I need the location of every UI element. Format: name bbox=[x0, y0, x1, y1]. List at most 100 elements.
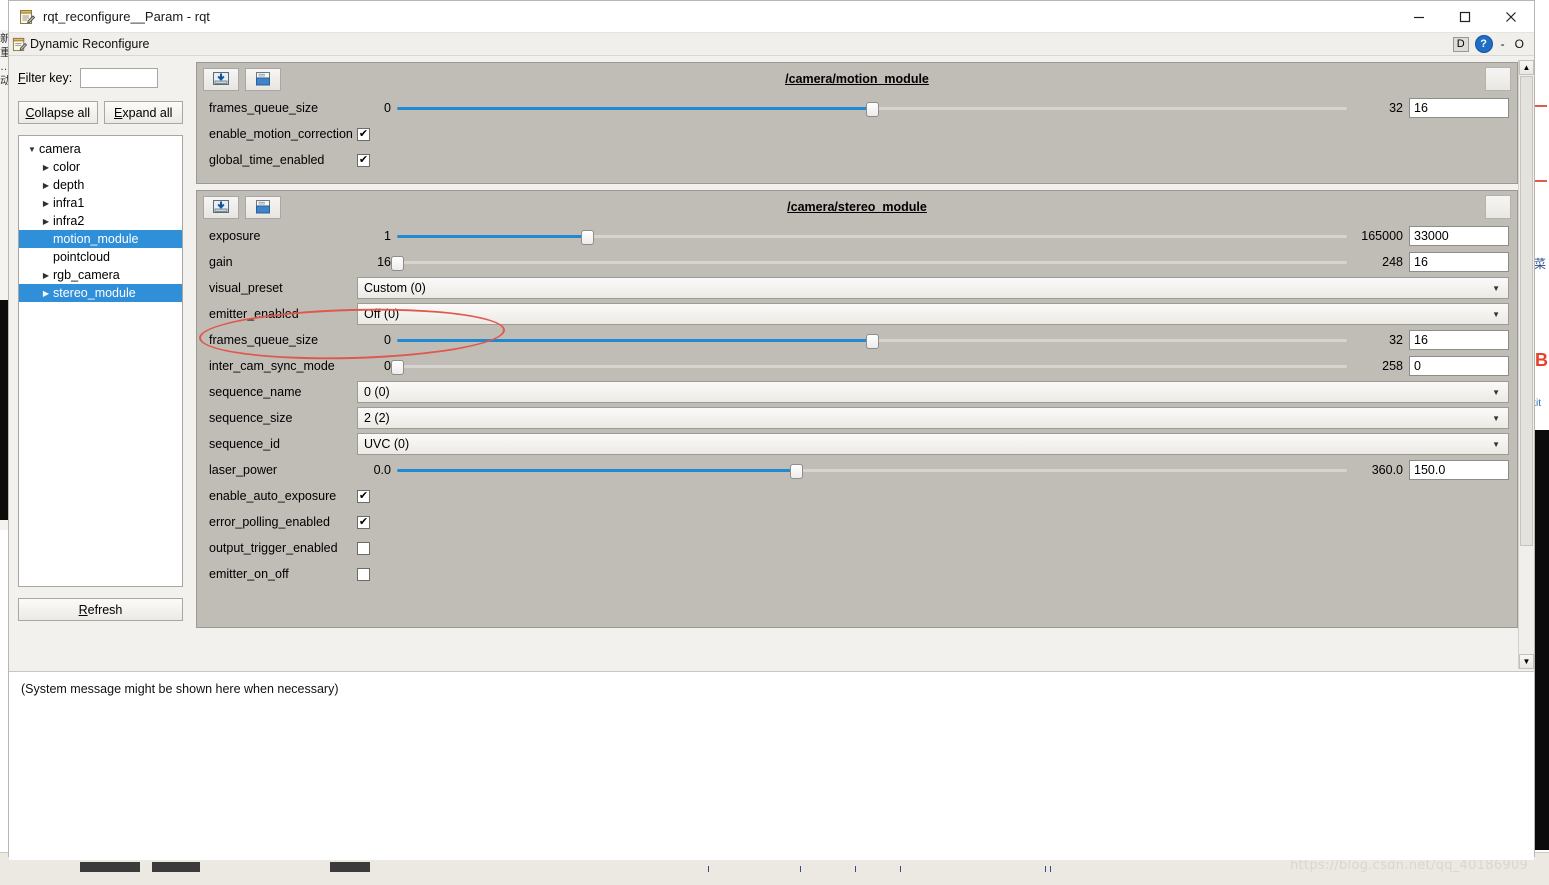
load-config-icon bbox=[212, 71, 230, 87]
param-dropdown[interactable]: 2 (2) ▼ bbox=[357, 407, 1509, 429]
chevron-down-icon[interactable]: ▼ bbox=[1492, 440, 1500, 449]
plugin-title: Dynamic Reconfigure bbox=[30, 37, 150, 51]
param-checkbox[interactable]: ✔ bbox=[357, 489, 370, 503]
save-config-button[interactable] bbox=[245, 195, 281, 219]
tree-item-label: infra2 bbox=[53, 214, 85, 228]
param-value-input[interactable]: 33000 bbox=[1409, 226, 1509, 246]
param-dropdown[interactable]: Off (0) ▼ bbox=[357, 303, 1509, 325]
param-checkbox[interactable] bbox=[357, 567, 370, 581]
group-header: /camera/motion_module bbox=[197, 63, 1517, 95]
slider-handle[interactable] bbox=[391, 360, 404, 375]
tree-item-camera[interactable]: ▼ camera bbox=[19, 140, 182, 158]
slider-track bbox=[397, 261, 1347, 264]
tree-item-motion-module[interactable]: motion_module bbox=[19, 230, 182, 248]
tree-item-label: rgb_camera bbox=[53, 268, 120, 282]
param-row-enable-motion-correction: enable_motion_correction ✔ bbox=[197, 121, 1517, 147]
param-slider[interactable] bbox=[397, 99, 1347, 117]
param-dropdown[interactable]: 0 (0) ▼ bbox=[357, 381, 1509, 403]
param-label: global_time_enabled bbox=[209, 153, 325, 167]
param-value-input[interactable]: 16 bbox=[1409, 330, 1509, 350]
group-collapse-button[interactable] bbox=[1485, 195, 1511, 219]
refresh-button[interactable]: Refresh bbox=[18, 598, 183, 621]
editor-scrollbar[interactable]: ▲ ▼ bbox=[1518, 60, 1534, 669]
tree-item-infra2[interactable]: ▶ infra2 bbox=[19, 212, 182, 230]
load-config-button[interactable] bbox=[203, 67, 239, 91]
chevron-icon[interactable]: ▶ bbox=[39, 271, 53, 280]
param-row-error-polling-enabled: error_polling_enabled ✔ bbox=[197, 509, 1517, 535]
maximize-button[interactable] bbox=[1442, 1, 1488, 32]
tree-item-label: camera bbox=[39, 142, 81, 156]
chevron-down-icon[interactable]: ▼ bbox=[1492, 284, 1500, 293]
chevron-down-icon[interactable]: ▼ bbox=[1492, 388, 1500, 397]
tree-item-pointcloud[interactable]: pointcloud bbox=[19, 248, 182, 266]
chevron-icon[interactable]: ▼ bbox=[25, 145, 39, 154]
slider-fill bbox=[397, 469, 796, 472]
param-checkbox[interactable]: ✔ bbox=[357, 153, 370, 167]
dropdown-value: Custom (0) bbox=[364, 281, 426, 295]
param-value-input[interactable]: 0 bbox=[1409, 356, 1509, 376]
param-dropdown[interactable]: UVC (0) ▼ bbox=[357, 433, 1509, 455]
param-row-frames-queue-size: frames_queue_size 0 32 16 bbox=[197, 95, 1517, 121]
param-label: sequence_name bbox=[209, 385, 302, 399]
help-icon[interactable]: ? bbox=[1474, 35, 1493, 53]
chevron-down-icon[interactable]: ▼ bbox=[1492, 414, 1500, 423]
minimize-button[interactable] bbox=[1396, 1, 1442, 32]
param-checkbox[interactable]: ✔ bbox=[357, 515, 370, 529]
slider-handle[interactable] bbox=[866, 334, 879, 349]
chevron-icon[interactable]: ▶ bbox=[39, 199, 53, 208]
scrollbar-thumb[interactable] bbox=[1520, 76, 1533, 546]
param-checkbox[interactable] bbox=[357, 541, 370, 555]
group-collapse-button[interactable] bbox=[1485, 67, 1511, 91]
param-slider[interactable] bbox=[397, 331, 1347, 349]
tree-item-infra1[interactable]: ▶ infra1 bbox=[19, 194, 182, 212]
window-title: rqt_reconfigure__Param - rqt bbox=[43, 9, 210, 24]
param-value-input[interactable]: 16 bbox=[1409, 98, 1509, 118]
plugin-float-button[interactable]: O bbox=[1513, 37, 1526, 51]
param-slider[interactable] bbox=[397, 461, 1347, 479]
param-value-input[interactable]: 16 bbox=[1409, 252, 1509, 272]
param-row-frames-queue-size: frames_queue_size 0 32 16 bbox=[197, 327, 1517, 353]
param-slider[interactable] bbox=[397, 227, 1347, 245]
param-row-gain: gain 16 248 16 bbox=[197, 249, 1517, 275]
param-max-value: 32 bbox=[1389, 101, 1403, 115]
parameter-tree[interactable]: ▼ camera ▶ color ▶ depth ▶ infra1 ▶ infra2 motion_… bbox=[18, 135, 183, 587]
slider-handle[interactable] bbox=[866, 102, 879, 117]
parameter-group: /camera/motion_module frames_queue_size 0 3… bbox=[196, 62, 1518, 184]
tree-item-rgb-camera[interactable]: ▶ rgb_camera bbox=[19, 266, 182, 284]
param-row-sequence-name: sequence_name 0 (0) ▼ bbox=[197, 379, 1517, 405]
scroll-down-arrow[interactable]: ▼ bbox=[1519, 654, 1534, 669]
slider-handle[interactable] bbox=[790, 464, 803, 479]
param-checkbox[interactable]: ✔ bbox=[357, 127, 370, 141]
dropdown-value: UVC (0) bbox=[364, 437, 410, 451]
slider-handle[interactable] bbox=[581, 230, 594, 245]
background-right-accent-2 bbox=[1533, 180, 1547, 182]
param-dropdown[interactable]: Custom (0) ▼ bbox=[357, 277, 1509, 299]
save-config-button[interactable] bbox=[245, 67, 281, 91]
expand-all-button[interactable]: Expand all bbox=[103, 101, 183, 124]
chevron-icon[interactable]: ▶ bbox=[39, 181, 53, 190]
tree-item-stereo-module[interactable]: ▶ stereo_module bbox=[19, 284, 182, 302]
dock-button[interactable]: D bbox=[1452, 36, 1469, 52]
tree-item-depth[interactable]: ▶ depth bbox=[19, 176, 182, 194]
close-button[interactable] bbox=[1488, 1, 1534, 32]
scroll-up-arrow[interactable]: ▲ bbox=[1519, 60, 1534, 75]
filter-key-input[interactable] bbox=[80, 68, 159, 88]
param-slider[interactable] bbox=[391, 253, 1347, 271]
plugin-minimize-button[interactable]: - bbox=[1499, 37, 1507, 51]
chevron-down-icon[interactable]: ▼ bbox=[1492, 310, 1500, 319]
param-min-value: 0 bbox=[384, 101, 391, 115]
param-label: output_trigger_enabled bbox=[209, 541, 338, 555]
load-config-button[interactable] bbox=[203, 195, 239, 219]
param-row-visual-preset: visual_preset Custom (0) ▼ bbox=[197, 275, 1517, 301]
slider-fill bbox=[397, 339, 872, 342]
slider-handle[interactable] bbox=[391, 256, 404, 271]
filter-row: Filter key: bbox=[18, 68, 183, 88]
chevron-icon[interactable]: ▶ bbox=[39, 217, 53, 226]
chevron-icon[interactable]: ▶ bbox=[39, 163, 53, 172]
collapse-all-button[interactable]: Collapse all bbox=[18, 101, 98, 124]
param-row-sequence-size: sequence_size 2 (2) ▼ bbox=[197, 405, 1517, 431]
chevron-icon[interactable]: ▶ bbox=[39, 289, 53, 298]
param-value-input[interactable]: 150.0 bbox=[1409, 460, 1509, 480]
param-slider[interactable] bbox=[391, 357, 1347, 375]
tree-item-color[interactable]: ▶ color bbox=[19, 158, 182, 176]
